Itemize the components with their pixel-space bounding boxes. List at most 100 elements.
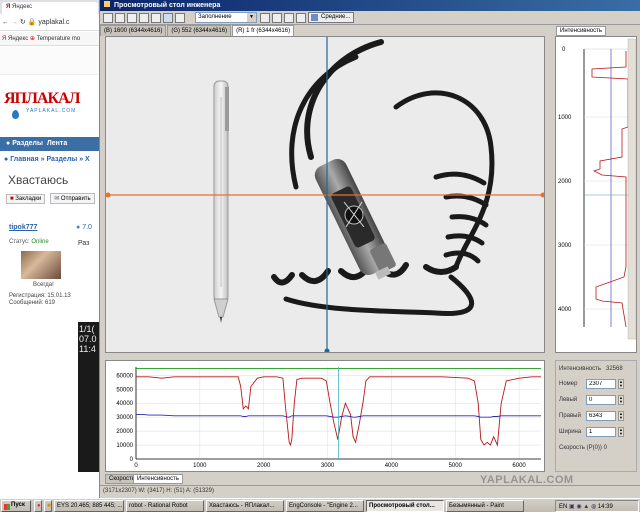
vprofile-red [591, 51, 629, 328]
pencil-icon[interactable] [139, 13, 149, 23]
watermark: YAPLAKAL.COM [480, 474, 574, 486]
start-button[interactable]: Пуск [1, 500, 31, 512]
crumb-current[interactable]: Х [85, 156, 90, 163]
y-tick-label: 20000 [116, 429, 133, 435]
speed-label: Скорость (Р(0)) 0 [559, 445, 607, 451]
vertical-profile-chart[interactable]: 0 1000 2000 3000 4000 [555, 36, 637, 353]
left-field[interactable] [586, 395, 616, 405]
number-spinner[interactable]: ▲ ▼ [618, 379, 624, 389]
send-button[interactable]: ✉ Отправить [50, 193, 95, 204]
address-bar[interactable]: ← → ↻ 🔒 yaplakal.c [0, 15, 99, 31]
site-nav: ● Разделы Лента [0, 137, 99, 151]
rating-icon: ● [76, 224, 81, 231]
quicklaunch-explorer-icon[interactable]: ■ [44, 500, 52, 512]
bookmark-temperature[interactable]: ⊕ Temperature mo [30, 36, 80, 42]
profile-control-panel: Интенсивность 32568 Номер ▲▼ Левый ▲▼ Пр… [555, 360, 637, 472]
vtick-1000: 1000 [558, 115, 572, 121]
lock-icon: 🔒 [27, 19, 37, 26]
arrow-icon[interactable] [115, 13, 125, 23]
left-spinner[interactable]: ▲ ▼ [618, 395, 624, 405]
fill-mode-select[interactable]: Заполнение ▼ [195, 12, 257, 23]
x-tick-label: 2000 [257, 463, 271, 469]
tab-channel-r[interactable]: (R) 1 fr (6344x4616) [232, 25, 295, 36]
xray-image-view[interactable] [105, 36, 545, 353]
browser-tab[interactable]: Я Яндекс [2, 2, 98, 14]
flip-horizontal-icon[interactable] [260, 13, 270, 23]
forward-icon[interactable]: → [11, 19, 18, 26]
task-paint[interactable]: Безымянный - Paint [446, 500, 524, 512]
tab-vertical-intensity[interactable]: Интенсивность [556, 26, 607, 36]
vtick-0: 0 [562, 47, 566, 53]
user-name[interactable]: tipok777 [9, 224, 37, 231]
number-label: Номер [559, 381, 578, 387]
y-tick-label: 30000 [116, 415, 133, 421]
back-icon[interactable]: ← [2, 19, 9, 26]
video-frame[interactable]: 1/1( 07.0 11:4 [78, 322, 99, 472]
intensity-label: Интенсивность [559, 366, 602, 372]
bookmark-icon: ■ [10, 196, 14, 202]
tab-intensity[interactable]: Интенсивность [133, 474, 184, 484]
language-indicator[interactable]: EN [559, 504, 567, 510]
image-channel-tabs: (B) 1600 (6344x4616) (G) 552 (6344x4616)(… [100, 25, 295, 36]
contrast-icon[interactable] [175, 13, 185, 23]
nav-icon: ● [6, 140, 11, 147]
task-eys[interactable]: EYS 20.465; 885 445; ... [54, 500, 124, 512]
bookmarks-bar: Я Яндекс ⊕ Temperature mo [0, 32, 99, 46]
horizontal-profile-chart[interactable]: 0 10000 20000 30000 40000 50000 60000 0 1000 2000… [105, 360, 545, 472]
x-tick-label: 6000 [512, 463, 526, 469]
rotate-icon[interactable] [284, 13, 294, 23]
browser-window: Я Яндекс ← → ↻ 🔒 yaplakal.c Я Яндекс ⊕ T… [0, 0, 100, 498]
page-icon[interactable] [163, 13, 173, 23]
y-tick-label: 60000 [116, 373, 133, 379]
post-rating: ● 7.0 [76, 224, 92, 231]
chevron-down-icon: ▼ [247, 13, 256, 22]
bookmark-button[interactable]: ■ Закладки [6, 194, 46, 204]
bookmark-yandex[interactable]: Я Яндекс [2, 36, 28, 42]
user-status: Статус: Online [9, 239, 49, 245]
tab-channel-b[interactable]: (B) 1600 (6344x4616) [100, 25, 167, 36]
save-icon[interactable] [127, 13, 137, 23]
tab-channel-g[interactable]: (G) 552 (6344x4616) [167, 25, 232, 36]
zoom-in-icon[interactable] [151, 13, 161, 23]
crumb-icon: ● [4, 156, 9, 163]
x-tick-label: 1000 [193, 463, 207, 469]
right-field[interactable] [586, 411, 616, 421]
user-msg-count: Сообщений: 619 [9, 300, 56, 306]
number-field[interactable] [586, 379, 616, 389]
page-title: Хвастаюсь [8, 173, 69, 187]
nav-item-feed[interactable]: Лента [47, 140, 67, 147]
grid-icon[interactable] [296, 13, 306, 23]
avatar[interactable] [21, 251, 61, 279]
status-bar: (3171x2307) W: (3417) H: (51) A: (51329) [100, 485, 640, 497]
y-tick-label: 10000 [116, 443, 133, 449]
tray-icons[interactable]: ▣ ◉ ▲ ◍ [569, 504, 596, 510]
quicklaunch-chrome-icon[interactable]: ● [34, 500, 42, 512]
vtick-2000: 2000 [558, 179, 572, 185]
window-titlebar[interactable]: Просмотровый стол инженера [100, 0, 640, 11]
average-icon [311, 14, 318, 21]
browser-tab-bar: Я Яндекс [0, 0, 99, 14]
site-logo[interactable]: ЯПЛАКАЛ [4, 90, 81, 108]
breadcrumb: ● Главная » Разделы » Х [4, 156, 90, 163]
task-yaplakal[interactable]: Хвастаюсь - ЯПлакал... [206, 500, 284, 512]
system-tray: EN ▣ ◉ ▲ ◍ 14:39 [555, 500, 639, 512]
task-viewer[interactable]: Просмотровый стол... [366, 500, 444, 512]
intensity-chart-svg: 0 10000 20000 30000 40000 50000 60000 0 1000 2000… [116, 367, 541, 469]
clock[interactable]: 14:39 [598, 504, 613, 510]
post-text: Раз [78, 240, 90, 247]
task-engconsole[interactable]: EngConsole - "Engine 2... [286, 500, 364, 512]
open-icon[interactable] [103, 13, 113, 23]
x-tick-label: 0 [134, 463, 138, 469]
task-robot[interactable]: robot - Rational Robot [126, 500, 204, 512]
crumb-sections[interactable]: Разделы [46, 156, 77, 163]
reload-icon[interactable]: ↻ [20, 19, 26, 26]
right-spinner[interactable]: ▲ ▼ [618, 411, 624, 421]
nav-item-sections[interactable]: Разделы [12, 140, 43, 147]
crumb-home[interactable]: Главная [10, 156, 38, 163]
width-spinner[interactable]: ▲ ▼ [618, 427, 624, 437]
flip-vertical-icon[interactable] [272, 13, 282, 23]
average-button[interactable]: Средние... [308, 12, 355, 23]
width-field[interactable] [586, 427, 616, 437]
y-tick-label: 50000 [116, 387, 133, 393]
ad-banner [0, 47, 99, 75]
